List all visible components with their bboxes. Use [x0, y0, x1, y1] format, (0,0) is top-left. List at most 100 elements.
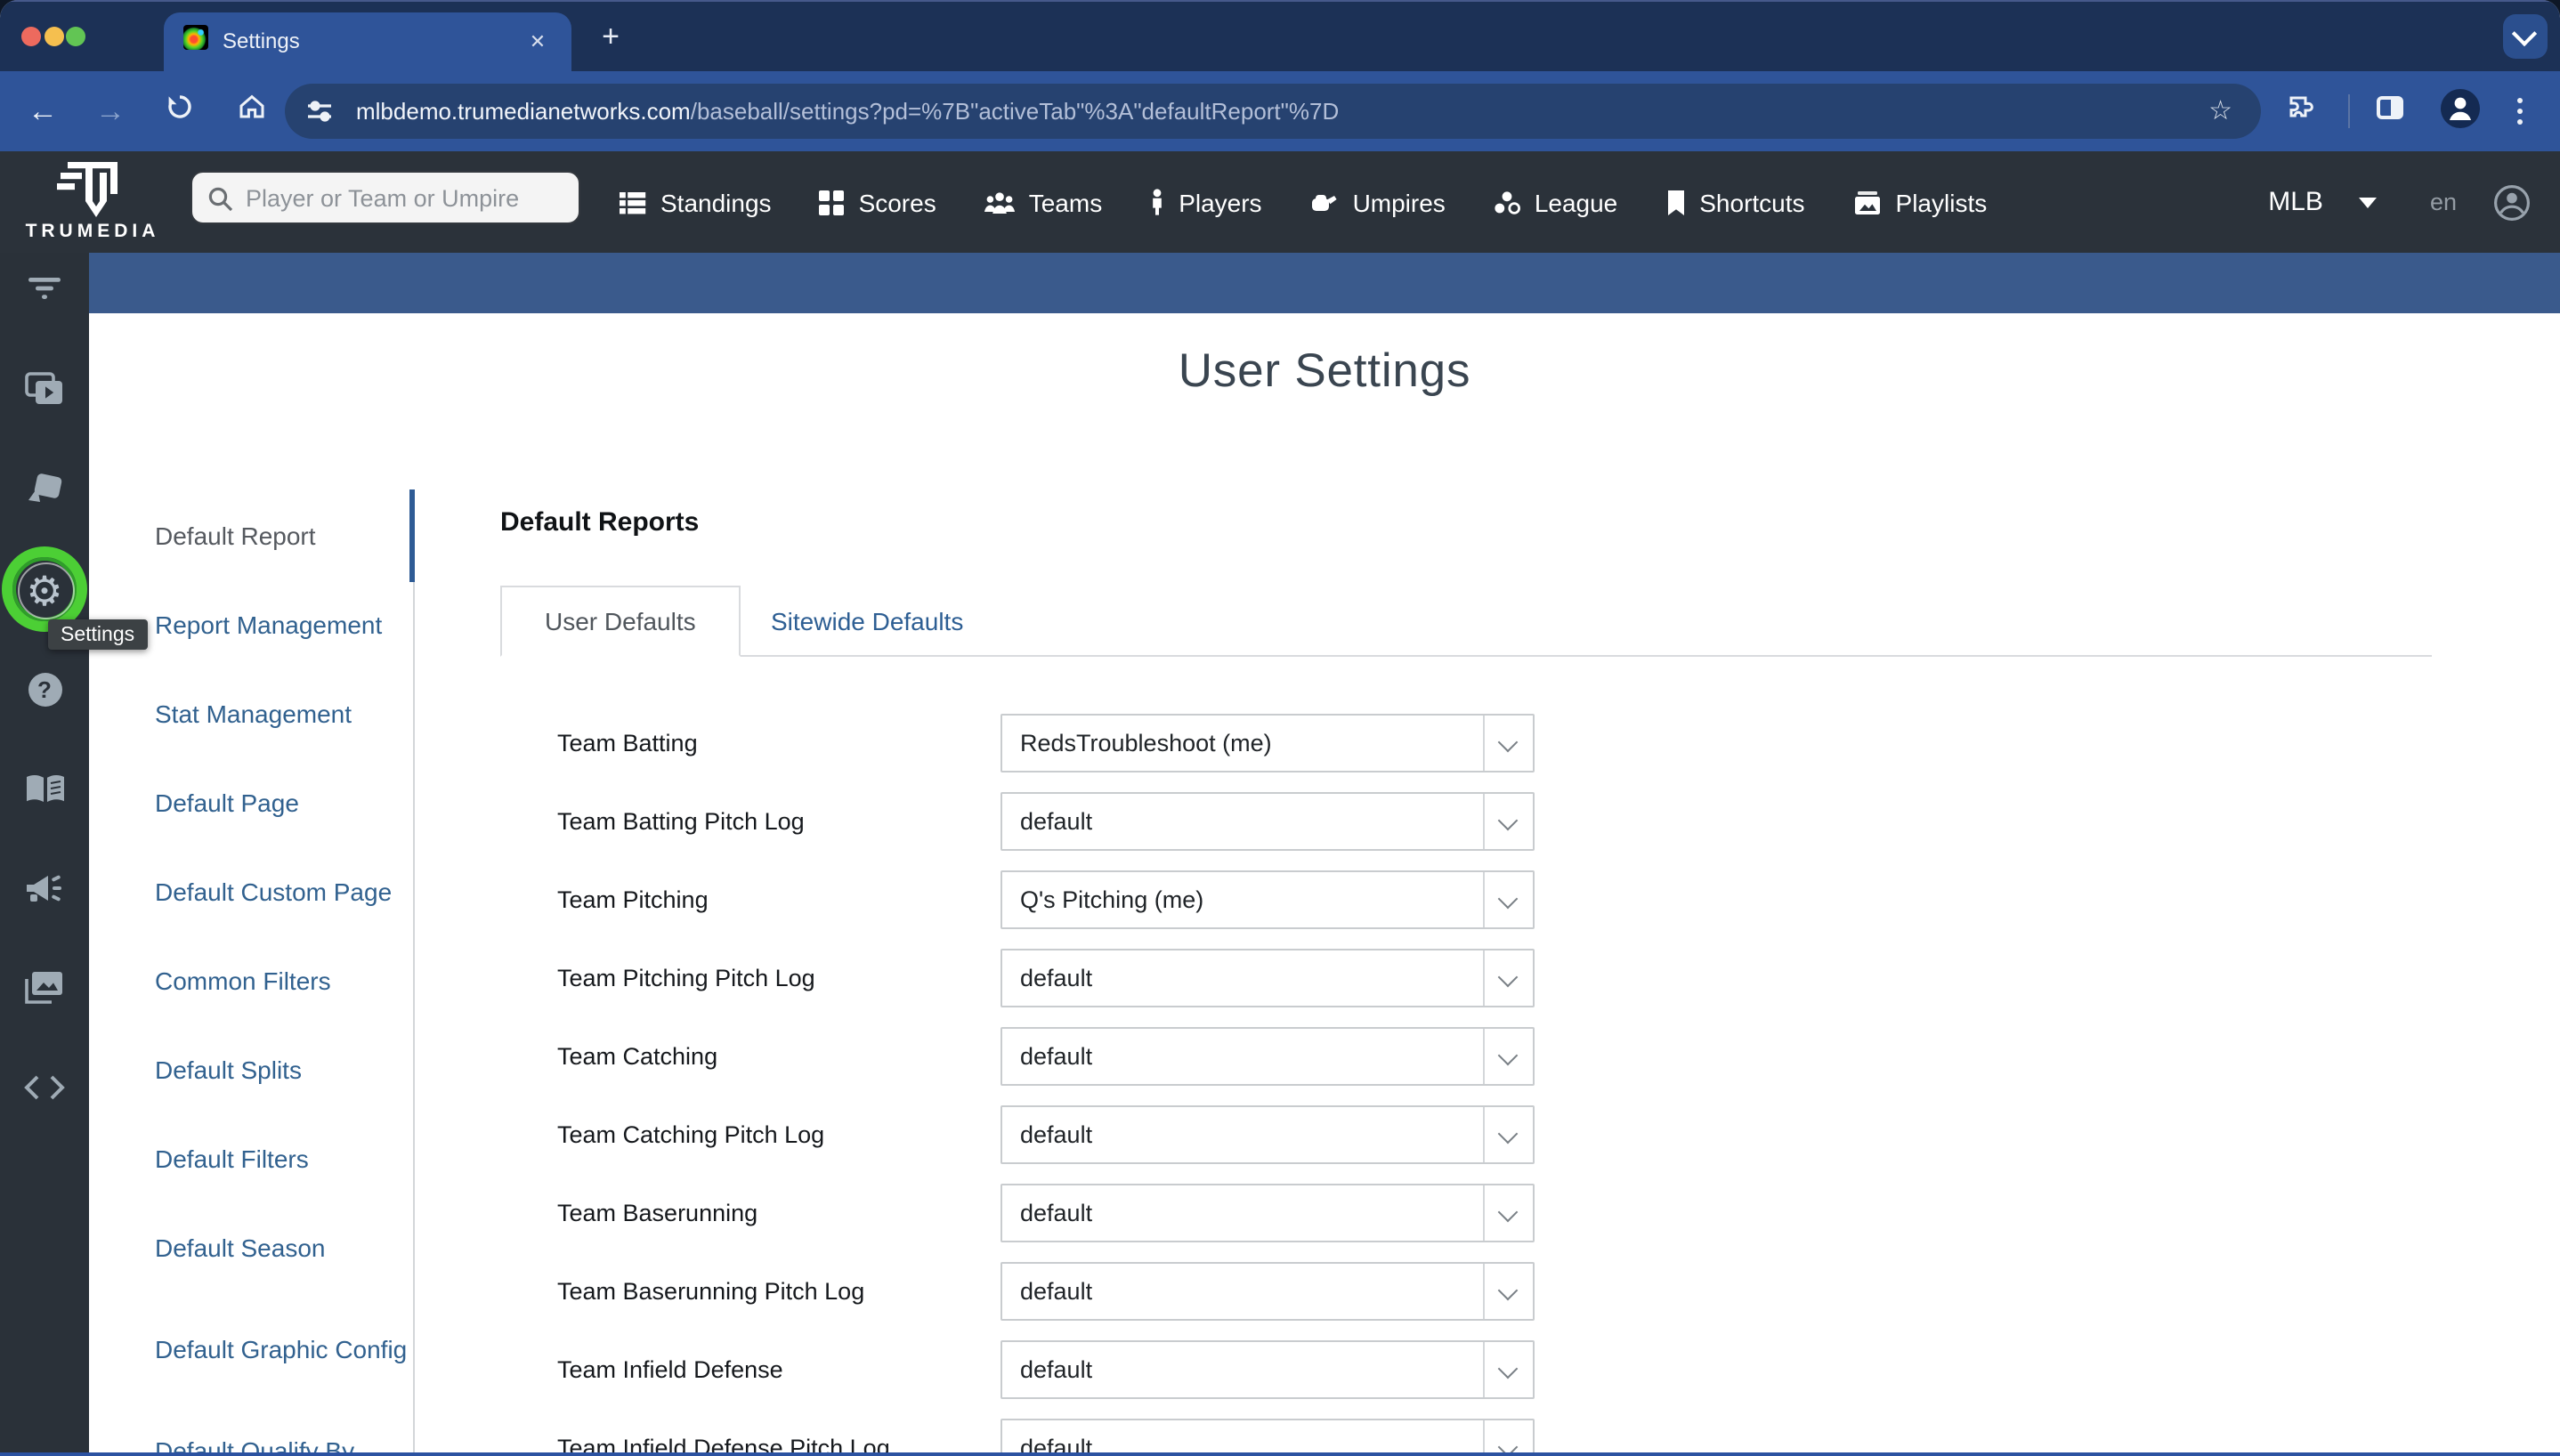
back-button[interactable]: [21, 91, 64, 133]
nav-label: Standings: [660, 188, 772, 216]
menu-item-default-graphic-config[interactable]: Default Graphic Config: [155, 1292, 413, 1406]
nav-item-umpires[interactable]: Umpires: [1310, 188, 1446, 216]
team-infield-defense-pitch-log-select[interactable]: default: [1001, 1419, 1535, 1456]
sidebar-item-video-playlists[interactable]: [0, 368, 89, 410]
sidebar-item-media-gallery[interactable]: [0, 966, 89, 1008]
form-row: Team Baserunning Pitch Log default: [557, 1262, 2432, 1321]
left-sidebar: ?: [0, 252, 89, 1456]
standings-icon: [620, 190, 646, 214]
nav-label: Shortcuts: [1699, 188, 1804, 216]
nav-item-standings[interactable]: Standings: [620, 188, 772, 216]
reload-button[interactable]: [158, 91, 201, 133]
settings-tooltip: Settings: [48, 619, 147, 650]
zoom-window-button[interactable]: [66, 27, 85, 46]
sidebar-item-cards[interactable]: [0, 467, 89, 510]
form-row: Team Catching default: [557, 1027, 2432, 1086]
url-host: mlbdemo.trumedianetworks.com: [356, 98, 691, 125]
nav-item-teams[interactable]: Teams: [984, 188, 1102, 216]
nav-label: Playlists: [1896, 188, 1988, 216]
form-row: Team Batting RedsTroubleshoot (me): [557, 714, 2432, 772]
tab-title: Settings: [223, 28, 300, 53]
team-pitching-pitch-log-select[interactable]: default: [1001, 949, 1535, 1007]
nav-item-shortcuts[interactable]: Shortcuts: [1665, 188, 1804, 216]
select-value: default: [1020, 1043, 1092, 1070]
search-icon: [207, 185, 235, 214]
app-header-right: MLB en: [2268, 151, 2532, 253]
row-label: Team Pitching: [557, 886, 1001, 913]
tab-sitewide-defaults[interactable]: Sitewide Defaults: [728, 586, 1006, 655]
browser-menu-button[interactable]: [2517, 109, 2523, 114]
url-bar[interactable]: mlbdemo.trumedianetworks.com/baseball/se…: [285, 84, 2261, 139]
media-gallery-icon: [25, 970, 64, 1004]
row-label: Team Baserunning Pitch Log: [557, 1278, 1001, 1305]
browser-tab[interactable]: Settings: [164, 12, 571, 73]
language-selector[interactable]: en: [2430, 189, 2457, 215]
tab-user-defaults[interactable]: User Defaults: [500, 586, 741, 657]
site-settings-icon[interactable]: [304, 96, 335, 135]
team-pitching-select[interactable]: Q's Pitching (me): [1001, 870, 1535, 929]
chevron-down-icon: [1483, 872, 1533, 927]
nav-label: Players: [1179, 188, 1261, 216]
nav-item-players[interactable]: Players: [1150, 188, 1261, 216]
close-window-button[interactable]: [21, 27, 41, 46]
sidebar-item-code[interactable]: [0, 1065, 89, 1108]
nav-item-league[interactable]: League: [1494, 188, 1617, 216]
side-panel-icon: [2391, 100, 2400, 116]
global-search[interactable]: [190, 171, 580, 224]
forward-button[interactable]: [89, 91, 132, 133]
trumedia-logo[interactable]: TRUMEDIA: [16, 162, 169, 242]
team-batting-pitch-log-select[interactable]: default: [1001, 792, 1535, 851]
tab-favicon-icon: [183, 25, 208, 50]
team-baserunning-select[interactable]: default: [1001, 1184, 1535, 1242]
settings-menu-divider: [413, 489, 415, 1456]
menu-item-report-management[interactable]: Report Management: [155, 580, 413, 669]
menu-item-default-report[interactable]: Default Report: [155, 491, 413, 580]
select-value: Q's Pitching (me): [1020, 886, 1203, 913]
nav-item-playlists[interactable]: Playlists: [1853, 188, 1988, 216]
search-input[interactable]: [242, 176, 570, 221]
browser-toolbar: mlbdemo.trumedianetworks.com/baseball/se…: [0, 71, 2560, 151]
league-selector[interactable]: MLB: [2268, 187, 2323, 217]
team-batting-select[interactable]: RedsTroubleshoot (me): [1001, 714, 1535, 772]
menu-item-default-filters[interactable]: Default Filters: [155, 1114, 413, 1203]
menu-item-common-filters[interactable]: Common Filters: [155, 936, 413, 1025]
sidebar-item-announcements[interactable]: [0, 866, 89, 909]
chevron-down-icon: [1483, 950, 1533, 1006]
home-button[interactable]: [230, 91, 272, 133]
app-header: TRUMEDIA Standings Scores Teams Players: [0, 151, 2560, 253]
minimize-window-button[interactable]: [44, 27, 63, 46]
league-caret-icon[interactable]: [2359, 197, 2377, 207]
row-label: Team Infield Defense: [557, 1356, 1001, 1383]
team-catching-pitch-log-select[interactable]: default: [1001, 1105, 1535, 1164]
page-header-banner: [89, 252, 2560, 313]
menu-item-default-season[interactable]: Default Season: [155, 1203, 413, 1292]
menu-item-stat-management[interactable]: Stat Management: [155, 669, 413, 758]
tab-close-icon[interactable]: [523, 28, 552, 57]
menu-item-default-splits[interactable]: Default Splits: [155, 1025, 413, 1114]
profile-button[interactable]: [2441, 89, 2480, 128]
chevron-down-icon: [1483, 716, 1533, 771]
tab-search-button[interactable]: [2503, 14, 2548, 59]
team-baserunning-pitch-log-select[interactable]: default: [1001, 1262, 1535, 1321]
select-value: default: [1020, 1356, 1092, 1383]
team-catching-select[interactable]: default: [1001, 1027, 1535, 1086]
sidebar-item-filters[interactable]: [0, 266, 89, 309]
window-bottom-edge: [0, 1452, 2560, 1456]
nav-item-scores[interactable]: Scores: [820, 188, 936, 216]
sidebar-item-help[interactable]: ?: [0, 668, 89, 711]
menu-item-default-qualify-by[interactable]: Default Qualify By: [155, 1406, 413, 1456]
account-button[interactable]: [2492, 182, 2532, 222]
team-infield-defense-select[interactable]: default: [1001, 1340, 1535, 1399]
browser-tab-strip: Settings: [0, 0, 2560, 71]
shortcuts-bookmark-icon: [1665, 190, 1685, 214]
nav-label: Scores: [859, 188, 936, 216]
side-panel-button[interactable]: [2377, 96, 2403, 119]
bookmark-star-icon[interactable]: [2208, 94, 2232, 126]
nav-label: Umpires: [1353, 188, 1446, 216]
extensions-button[interactable]: [2284, 93, 2318, 135]
menu-item-default-custom-page[interactable]: Default Custom Page: [155, 847, 413, 936]
new-tab-button[interactable]: [595, 21, 627, 53]
url-path: /baseball/settings?pd=%7B"activeTab"%3A"…: [691, 98, 1340, 125]
sidebar-item-glossary[interactable]: [0, 768, 89, 811]
menu-item-default-page[interactable]: Default Page: [155, 758, 413, 847]
